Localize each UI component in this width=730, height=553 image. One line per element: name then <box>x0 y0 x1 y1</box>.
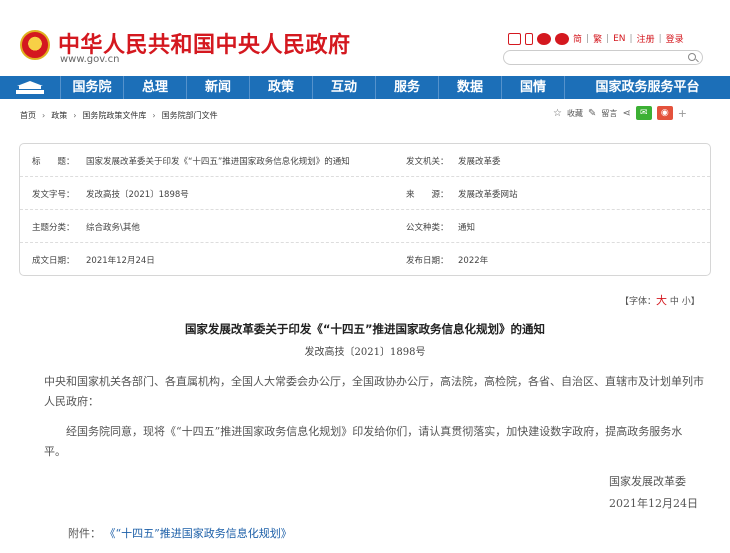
chevron-right-icon: › <box>73 111 77 120</box>
meta-row: 标 题： 国家发展改革委关于印发《“十四五”推进国家政务信息化规划》的通知 发文… <box>20 144 710 177</box>
font-size-control: 【字体：大 中 小】 <box>620 292 700 308</box>
nav-item-interaction[interactable]: 互动 <box>312 76 375 99</box>
nav-home[interactable] <box>0 76 60 99</box>
english-link[interactable]: EN <box>613 34 625 44</box>
search-icon[interactable] <box>688 53 696 61</box>
meta-row: 发文字号： 发改高技〔2021〕1898号 来 源： 发展改革委网站 <box>20 177 710 210</box>
meta-label-title: 标 题： <box>32 157 75 167</box>
share-icon[interactable]: ⋖ <box>622 108 630 119</box>
separator: | <box>606 33 610 44</box>
wechat-icon[interactable] <box>555 32 569 45</box>
meta-row: 成文日期： 2021年12月24日 发布日期： 2022年 <box>20 243 710 276</box>
main-nav: 国务院 总理 新闻 政策 互动 服务 数据 国情 国家政务服务平台 <box>0 76 730 99</box>
top-links: 简 | 繁 | EN | 注册 | 登录 <box>508 32 684 45</box>
more-share-icon[interactable]: + <box>678 107 687 120</box>
article-doc-number: 发改高技〔2021〕1898号 <box>304 347 426 358</box>
font-size-prefix: 【字体： <box>620 297 657 307</box>
meta-label-doc-type: 公文种类： <box>406 223 449 233</box>
favorite-link[interactable]: 收藏 <box>567 108 583 119</box>
simplified-link[interactable]: 简 <box>573 32 582 45</box>
meta-value-publish-date: 2022年 <box>458 256 489 266</box>
nav-item-data[interactable]: 数据 <box>438 76 501 99</box>
meta-value-doc-no: 发改高技〔2021〕1898号 <box>86 190 189 200</box>
traditional-link[interactable]: 繁 <box>593 32 602 45</box>
font-size-medium[interactable]: 中 <box>670 297 679 307</box>
article-tools: ☆ 收藏 ✎ 留言 ⋖ ✉ ◉ + <box>553 106 687 120</box>
nav-item-service-platform[interactable]: 国家政务服务平台 <box>564 76 730 99</box>
article-title: 国家发展改革委关于印发《“十四五”推进国家政务信息化规划》的通知 <box>184 322 546 336</box>
meta-label-source: 来 源： <box>406 190 449 200</box>
font-size-small[interactable]: 小 <box>682 297 691 307</box>
breadcrumb-home[interactable]: 首页 <box>20 110 36 121</box>
chevron-right-icon: › <box>42 111 46 120</box>
separator: | <box>658 33 662 44</box>
meta-value-written-date: 2021年12月24日 <box>86 256 155 266</box>
meta-value-doc-type: 通知 <box>458 223 476 233</box>
nav-item-news[interactable]: 新闻 <box>186 76 249 99</box>
login-link[interactable]: 登录 <box>666 32 684 45</box>
nav-item-national[interactable]: 国情 <box>501 76 564 99</box>
breadcrumb-policy-library[interactable]: 国务院政策文件库 <box>82 110 146 121</box>
meta-value-category: 综合政务\其他 <box>86 223 140 233</box>
meta-label-written-date: 成文日期： <box>32 256 75 266</box>
chevron-right-icon: › <box>152 111 156 120</box>
breadcrumb: 首页 › 政策 › 国务院政策文件库 › 国务院部门文件 <box>20 110 218 121</box>
message-link[interactable]: 留言 <box>601 108 617 119</box>
attachment-label: 附件： <box>68 527 101 540</box>
mobile-icon[interactable] <box>525 32 533 45</box>
weibo-icon[interactable] <box>537 32 551 45</box>
separator: | <box>586 33 590 44</box>
tiananmen-icon <box>16 81 44 94</box>
site-url: www.gov.cn <box>60 54 120 65</box>
meta-row: 主题分类： 综合政务\其他 公文种类： 通知 <box>20 210 710 243</box>
font-size-suffix: 】 <box>690 297 700 307</box>
search-input[interactable] <box>503 50 703 65</box>
separator: | <box>629 33 633 44</box>
article-paragraph: 经国务院同意，现将《“十四五”推进国家政务信息化规划》印发给你们，请认真贯彻落实… <box>44 425 683 458</box>
nav-item-state-council[interactable]: 国务院 <box>60 76 123 99</box>
meta-value-source: 发展改革委网站 <box>458 190 518 200</box>
meta-label-issuer: 发文机关： <box>406 157 449 167</box>
meta-value-issuer: 发展改革委 <box>458 157 501 167</box>
article-signer: 国家发展改革委 <box>609 475 686 488</box>
meta-label-doc-no: 发文字号： <box>32 190 75 200</box>
weibo-share-icon[interactable]: ◉ <box>656 106 673 120</box>
mail-icon[interactable] <box>508 32 521 45</box>
register-link[interactable]: 注册 <box>637 32 655 45</box>
wechat-share-icon[interactable]: ✉ <box>635 106 652 120</box>
font-size-large[interactable]: 大 <box>656 294 667 307</box>
article-date: 2021年12月24日 <box>609 497 698 510</box>
pencil-icon[interactable]: ✎ <box>588 108 596 119</box>
attachment: 附件： 《“十四五”推进国家政务信息化规划》 <box>68 525 292 541</box>
meta-label-category: 主题分类： <box>32 223 75 233</box>
site-header: 中华人民共和国中央人民政府 www.gov.cn 简 | 繁 | EN | 注册… <box>0 0 730 76</box>
attachment-link[interactable]: 《“十四五”推进国家政务信息化规划》 <box>105 527 292 540</box>
star-icon[interactable]: ☆ <box>553 108 562 119</box>
national-emblem-icon[interactable] <box>20 30 50 60</box>
nav-item-service[interactable]: 服务 <box>375 76 438 99</box>
meta-value-title: 国家发展改革委关于印发《“十四五”推进国家政务信息化规划》的通知 <box>86 157 350 167</box>
breadcrumb-policy[interactable]: 政策 <box>51 110 67 121</box>
article-paragraph: 中央和国家机关各部门、各直属机构，全国人大常委会办公厅，全国政协办公厅，高法院，… <box>44 375 704 408</box>
document-meta-table: 标 题： 国家发展改革委关于印发《“十四五”推进国家政务信息化规划》的通知 发文… <box>19 143 711 276</box>
breadcrumb-department-docs[interactable]: 国务院部门文件 <box>162 110 218 121</box>
meta-label-publish-date: 发布日期： <box>406 256 449 266</box>
nav-item-premier[interactable]: 总理 <box>123 76 186 99</box>
nav-item-policy[interactable]: 政策 <box>249 76 312 99</box>
